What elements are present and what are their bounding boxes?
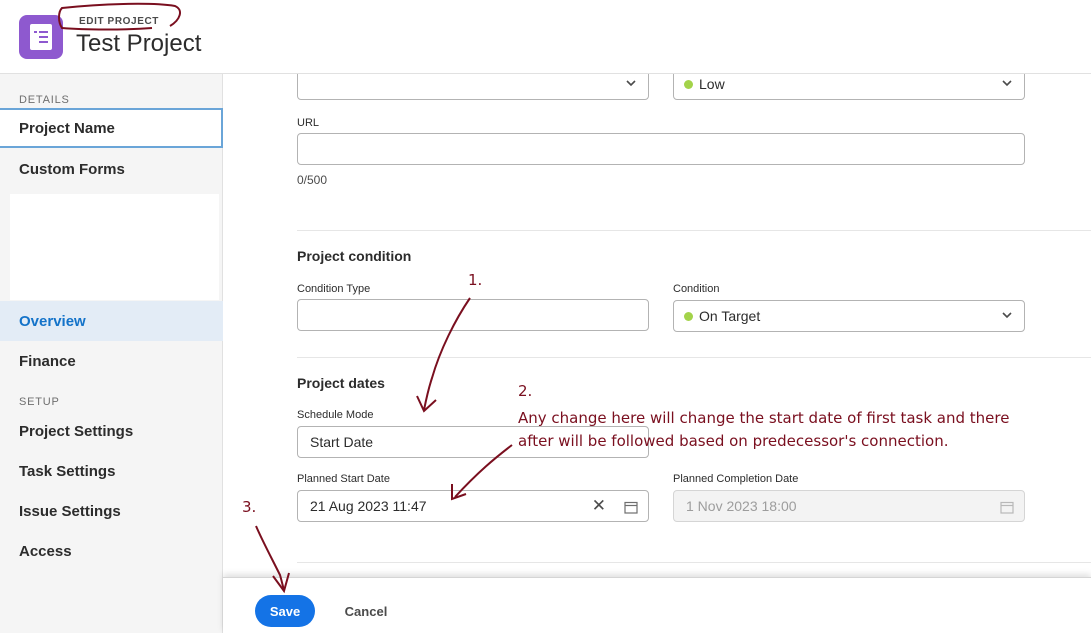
save-button[interactable]: Save [255,595,315,627]
calendar-icon [1000,501,1014,514]
project-app-icon [19,15,63,59]
top-select[interactable] [297,74,649,100]
dates-section-title: Project dates [297,375,385,391]
annotation-step-3: 3. [242,498,257,516]
sidebar-item-access[interactable]: Access [0,531,223,571]
sidebar-item-task-settings[interactable]: Task Settings [0,451,223,491]
form-footer: Save Cancel [223,577,1091,633]
sidebar-section-details: DETAILS [19,94,70,106]
condition-select-value: On Target [699,308,761,324]
cancel-button[interactable]: Cancel [339,595,393,627]
page-kicker: EDIT PROJECT [79,16,159,27]
planned-start-label: Planned Start Date [297,473,390,485]
priority-select[interactable]: Low [673,74,1025,100]
sidebar-item-label: Finance [19,352,76,370]
clear-icon[interactable]: ✕ [592,497,606,514]
status-dot-icon [684,311,693,321]
sidebar-blank-panel [10,194,219,300]
sidebar-item-label: Custom Forms [19,160,125,178]
section-divider [297,562,1091,563]
document-icon [30,24,52,50]
main-form: Low URL 0/500 Project condition Conditio… [223,74,1091,577]
sidebar: DETAILS Project Name Custom Forms Overvi… [0,74,223,633]
annotation-note-line: after will be followed based on predeces… [518,432,949,450]
condition-label: Condition [673,283,720,295]
sidebar-item-finance[interactable]: Finance [0,341,223,381]
sidebar-item-label: Overview [19,312,86,330]
sidebar-item-label: Project Name [19,119,115,137]
page-title: Test Project [76,30,202,57]
annotation-step-1: 1. [468,271,483,289]
annotation-step-2: 2. [518,382,533,400]
section-divider [297,357,1091,358]
chevron-down-icon [1002,312,1012,319]
sidebar-item-label: Task Settings [19,462,116,480]
status-dot-icon [684,79,693,89]
schedule-mode-value: Start Date [310,434,374,450]
condition-type-input[interactable] [297,299,649,331]
sidebar-item-label: Issue Settings [19,502,121,520]
sidebar-item-overview[interactable]: Overview [0,301,223,341]
planned-completion-label: Planned Completion Date [673,473,799,485]
sidebar-item-project-name[interactable]: Project Name [0,108,223,148]
priority-select-value: Low [699,76,725,92]
calendar-icon[interactable] [624,500,638,514]
planned-completion-date-input: 1 Nov 2023 18:00 [673,490,1025,522]
url-label: URL [297,117,320,129]
condition-select[interactable]: On Target [673,300,1025,332]
planned-start-date-input[interactable]: 21 Aug 2023 11:47 ✕ [297,490,649,522]
condition-section-title: Project condition [297,248,412,264]
planned-start-value: 21 Aug 2023 11:47 [310,498,427,514]
sidebar-item-project-settings[interactable]: Project Settings [0,411,223,451]
sidebar-item-label: Project Settings [19,422,134,440]
sidebar-item-custom-forms[interactable]: Custom Forms [0,149,223,189]
sidebar-item-label: Access [19,542,72,560]
chevron-down-icon [1002,80,1012,87]
section-divider [297,230,1091,231]
page-header: EDIT PROJECT Test Project [0,0,1091,74]
schedule-mode-label: Schedule Mode [297,409,374,421]
sidebar-item-issue-settings[interactable]: Issue Settings [0,491,223,531]
sidebar-section-setup: SETUP [19,396,60,408]
url-char-counter: 0/500 [297,173,328,187]
condition-type-label: Condition Type [297,283,371,295]
chevron-down-icon [626,80,636,87]
annotation-note-line: Any change here will change the start da… [518,409,1010,427]
url-input[interactable] [297,133,1025,165]
planned-completion-value: 1 Nov 2023 18:00 [686,498,797,514]
annotation-note: Any change here will change the start da… [518,407,1009,453]
